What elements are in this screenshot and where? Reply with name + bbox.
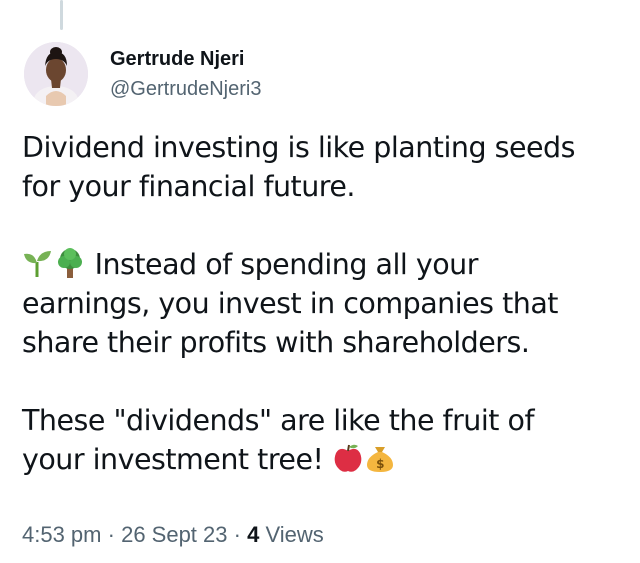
tweet-line: Dividend investing is like planting seed… <box>22 131 575 164</box>
views-label[interactable]: Views <box>265 522 323 547</box>
svg-text:$: $ <box>376 457 384 471</box>
tweet-header: Gertrude Njeri @GertrudeNjeri3 <box>24 42 261 106</box>
tweet-line-with-emoji: your investment tree! $ <box>22 440 622 479</box>
tweet-line: share their profits with shareholders. <box>22 326 530 359</box>
view-count[interactable]: 4 <box>247 522 259 547</box>
thread-connector-line <box>60 0 63 30</box>
tweet-line-with-emoji: Instead of spending all your <box>22 245 622 284</box>
tweet-metadata: 4:53 pm · 26 Sept 23 · 4 Views <box>22 520 324 550</box>
separator-dot: · <box>233 522 241 547</box>
user-handle[interactable]: @GertrudeNjeri3 <box>110 76 261 102</box>
avatar[interactable] <box>24 42 88 106</box>
tweet-line: Instead of spending all your <box>94 248 479 281</box>
tweet-date[interactable]: 26 Sept 23 <box>121 522 227 547</box>
seedling-icon <box>22 248 54 278</box>
tweet-line: earnings, you invest in companies that <box>22 287 558 320</box>
tweet-line: These "dividends" are like the fruit of <box>22 404 534 437</box>
separator-dot: · <box>107 522 115 547</box>
display-name[interactable]: Gertrude Njeri <box>110 46 261 72</box>
tweet-text: Dividend investing is like planting seed… <box>22 128 622 479</box>
tweet-line: for your financial future. <box>22 170 355 203</box>
tree-icon <box>54 248 86 278</box>
money-bag-icon: $ <box>364 443 396 473</box>
apple-icon <box>332 443 364 473</box>
tweet-time[interactable]: 4:53 pm <box>22 522 102 547</box>
tweet-line: your investment tree! <box>22 443 324 476</box>
